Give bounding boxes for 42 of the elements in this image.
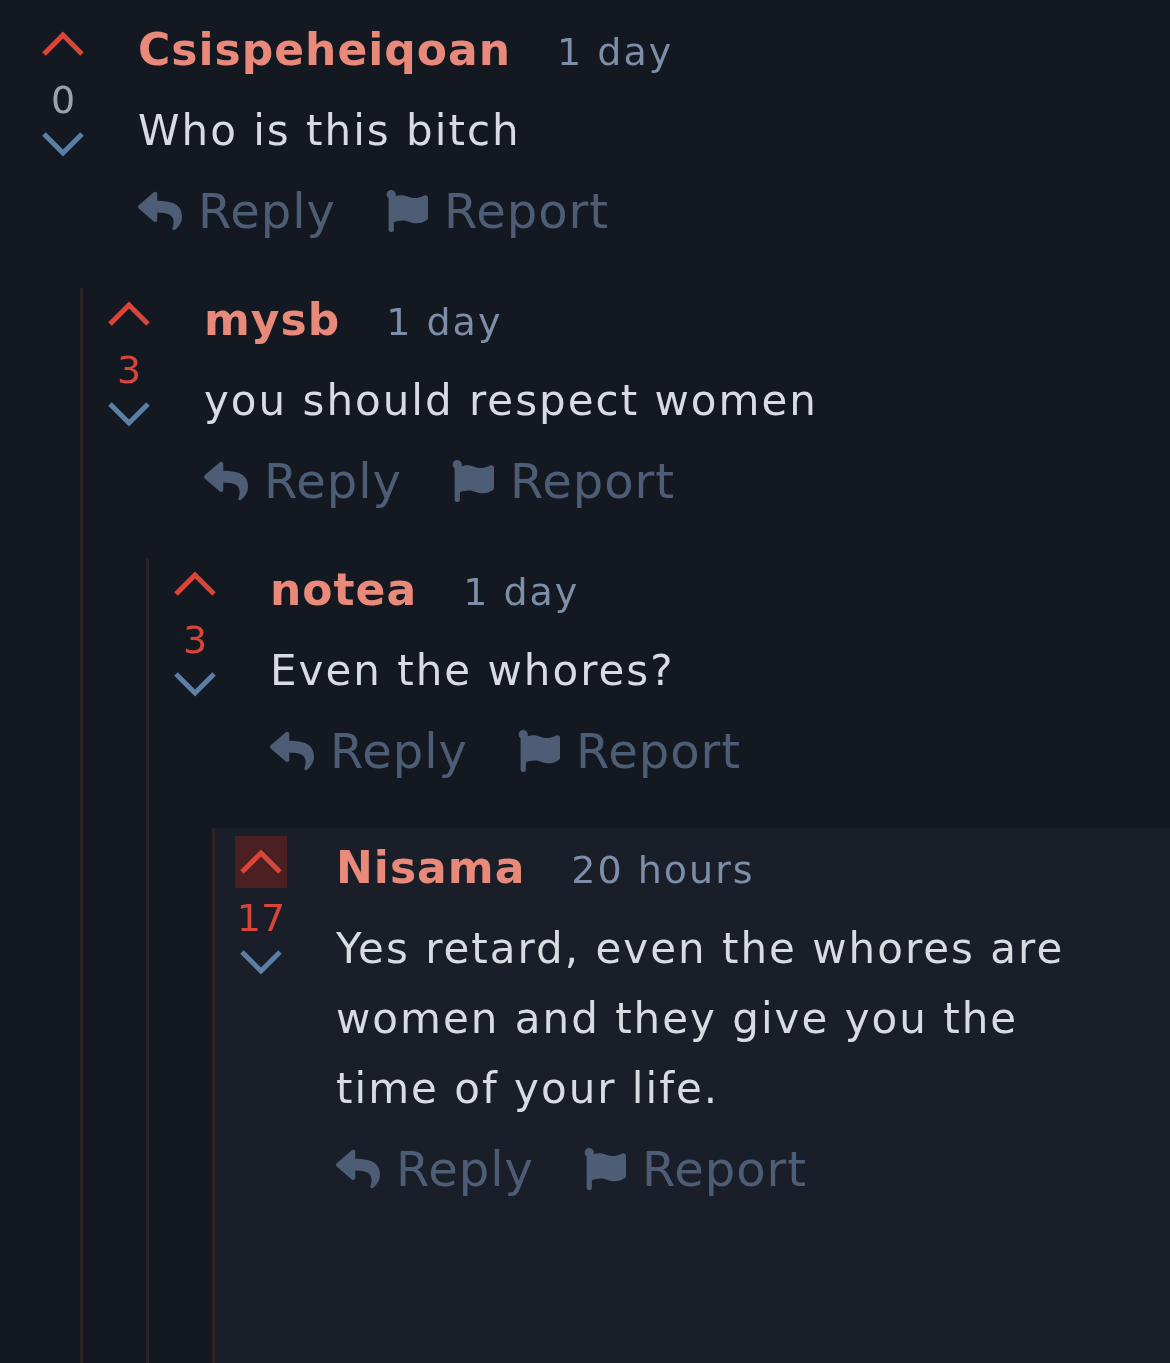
score: 17 xyxy=(236,895,286,942)
downvote-icon[interactable] xyxy=(40,130,86,158)
reply-icon xyxy=(270,729,314,773)
reply-icon xyxy=(138,189,182,233)
comment-text: women and they give you the xyxy=(336,993,1020,1045)
upvote-icon[interactable] xyxy=(106,300,152,328)
downvote-icon[interactable] xyxy=(238,948,284,976)
timestamp: 1 day xyxy=(557,29,674,76)
reply-icon xyxy=(336,1147,380,1191)
flag-icon xyxy=(517,730,560,772)
username[interactable]: Nisama xyxy=(336,836,526,900)
username[interactable]: mysb xyxy=(204,288,341,352)
score: 3 xyxy=(182,617,208,664)
report-button[interactable]: Report xyxy=(583,1134,808,1204)
comment-text: you should respect women xyxy=(204,375,818,427)
timestamp: 1 day xyxy=(463,569,580,616)
upvote-icon[interactable] xyxy=(238,848,284,876)
score: 3 xyxy=(116,347,142,394)
flag-icon xyxy=(583,1148,626,1190)
upvote-icon[interactable] xyxy=(40,30,86,58)
report-button[interactable]: Report xyxy=(451,446,676,516)
reply-icon xyxy=(204,459,248,503)
reply-button[interactable]: Reply xyxy=(270,716,468,786)
comment-text: time of your life. xyxy=(336,1063,721,1115)
comment-text: Even the whores? xyxy=(270,645,676,697)
reply-button[interactable]: Reply xyxy=(204,446,402,516)
flag-icon xyxy=(385,190,428,232)
report-button[interactable]: Report xyxy=(385,176,610,246)
reply-button[interactable]: Reply xyxy=(336,1134,534,1204)
flag-icon xyxy=(451,460,494,502)
report-button[interactable]: Report xyxy=(517,716,742,786)
username[interactable]: Csispeheiqoan xyxy=(138,18,512,82)
comment-text: Who is this bitch xyxy=(138,105,522,157)
downvote-icon[interactable] xyxy=(106,400,152,428)
username[interactable]: notea xyxy=(270,558,418,622)
timestamp: 20 hours xyxy=(571,847,755,894)
comment-text: Yes retard, even the whores are xyxy=(336,923,1065,975)
score: 0 xyxy=(50,77,76,124)
timestamp: 1 day xyxy=(386,299,503,346)
upvote-icon[interactable] xyxy=(172,570,218,598)
reply-button[interactable]: Reply xyxy=(138,176,336,246)
downvote-icon[interactable] xyxy=(172,670,218,698)
